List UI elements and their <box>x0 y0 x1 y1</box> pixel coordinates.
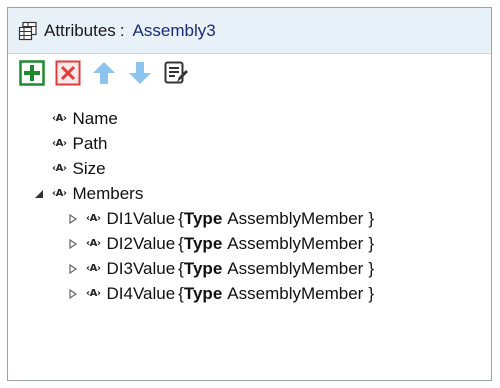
header-target-name: Assembly3 <box>132 20 216 40</box>
brace-close: } <box>368 283 375 303</box>
expand-triangle-icon[interactable] <box>66 287 80 301</box>
member-name: DI2Value <box>106 233 176 253</box>
tree-item-member[interactable]: ‹A› DI1Value { Type AssemblyMember } <box>8 206 491 231</box>
type-keyword: Type <box>183 283 223 303</box>
tree-item-label: Name <box>72 108 118 128</box>
arrow-down-icon <box>129 62 151 84</box>
arrow-up-icon <box>93 62 115 84</box>
move-down-button[interactable] <box>126 59 154 87</box>
add-attribute-button[interactable] <box>18 59 46 87</box>
type-name: AssemblyMember <box>227 258 364 278</box>
member-name: DI4Value <box>106 283 176 303</box>
move-up-button[interactable] <box>90 59 118 87</box>
type-keyword: Type <box>183 258 223 278</box>
tree-item-path[interactable]: ‹A› Path <box>8 131 491 156</box>
tree-item-label: Size <box>72 158 106 178</box>
type-name: AssemblyMember <box>227 233 364 253</box>
attribute-icon: ‹A› <box>86 288 101 299</box>
tree-item-member[interactable]: ‹A› DI3Value { Type AssemblyMember } <box>8 256 491 281</box>
delete-attribute-button[interactable] <box>54 59 82 87</box>
edit-list-icon <box>164 61 188 84</box>
tree-item-label: Path <box>72 133 108 153</box>
attribute-icon: ‹A› <box>86 263 101 274</box>
delete-icon <box>55 60 81 86</box>
header-colon: : <box>119 20 125 40</box>
tree-item-member[interactable]: ‹A› DI2Value { Type AssemblyMember } <box>8 231 491 256</box>
brace-close: } <box>368 233 375 253</box>
tree-item-label: Members <box>72 183 144 203</box>
attribute-icon: ‹A› <box>86 213 101 224</box>
tree-item-name[interactable]: ‹A› Name <box>8 106 491 131</box>
attributes-table-icon <box>18 21 38 41</box>
panel-header: Attributes : Assembly3 <box>8 8 491 54</box>
brace-close: } <box>368 208 375 228</box>
type-keyword: Type <box>183 233 223 253</box>
tree-item-member[interactable]: ‹A› DI4Value { Type AssemblyMember } <box>8 281 491 306</box>
type-name: AssemblyMember <box>227 208 364 228</box>
type-keyword: Type <box>183 208 223 228</box>
brace-close: } <box>368 258 375 278</box>
attribute-icon: ‹A› <box>86 238 101 249</box>
collapse-triangle-icon[interactable] <box>32 187 46 201</box>
attribute-icon: ‹A› <box>52 188 67 199</box>
edit-attributes-button[interactable] <box>162 59 190 87</box>
type-name: AssemblyMember <box>227 283 364 303</box>
expand-triangle-icon[interactable] <box>66 262 80 276</box>
attributes-panel: Attributes : Assembly3 ‹A› Name ‹A› Path… <box>7 7 492 381</box>
toolbar <box>8 54 491 92</box>
header-label: Attributes <box>44 20 116 40</box>
member-name: DI1Value <box>106 208 176 228</box>
member-name: DI3Value <box>106 258 176 278</box>
attribute-icon: ‹A› <box>52 163 67 174</box>
expand-triangle-icon[interactable] <box>66 212 80 226</box>
attribute-icon: ‹A› <box>52 113 67 124</box>
add-icon <box>19 60 45 86</box>
attribute-tree: ‹A› Name ‹A› Path ‹A› Size ‹A› Members ‹… <box>8 106 491 306</box>
attribute-icon: ‹A› <box>52 138 67 149</box>
tree-item-size[interactable]: ‹A› Size <box>8 156 491 181</box>
tree-item-members[interactable]: ‹A› Members <box>8 181 491 206</box>
expand-triangle-icon[interactable] <box>66 237 80 251</box>
